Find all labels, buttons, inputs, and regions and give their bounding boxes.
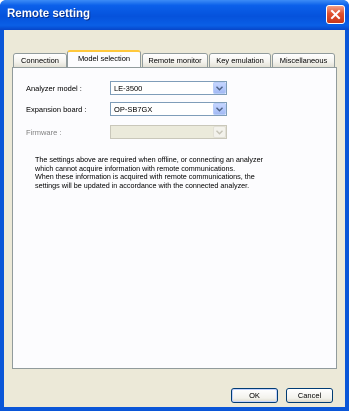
expansion-board-label: Expansion board : (26, 105, 87, 114)
tab-connection[interactable]: Connection (13, 53, 67, 67)
analyzer-model-dropdown-button[interactable] (213, 82, 226, 94)
tab-miscellaneous[interactable]: Miscellaneous (272, 53, 335, 67)
ok-button[interactable]: OK (231, 388, 278, 403)
window-title: Remote setting (7, 8, 91, 20)
expansion-board-select[interactable]: OP-SB7GX (110, 102, 227, 116)
firmware-dropdown-button (213, 126, 226, 138)
firmware-select (110, 125, 227, 139)
close-button[interactable] (326, 5, 345, 24)
analyzer-model-select[interactable]: LE-3500 (110, 81, 227, 95)
info-note: The settings above are required when off… (35, 155, 290, 190)
tab-key-emulation[interactable]: Key emulation (209, 53, 271, 67)
analyzer-model-label: Analyzer model : (26, 84, 82, 93)
cancel-button[interactable]: Cancel (286, 388, 333, 403)
chevron-down-icon (216, 85, 223, 91)
title-bar[interactable]: Remote setting (0, 0, 349, 30)
tab-strip: Connection Model selection Remote monito… (4, 30, 345, 70)
firmware-label: Firmware : (26, 128, 62, 137)
note-line: settings will be updated in accordance w… (35, 180, 250, 190)
chevron-down-icon (216, 129, 223, 135)
remote-setting-dialog: Remote setting Connection Model selectio… (0, 0, 349, 411)
tab-remote-monitor[interactable]: Remote monitor (142, 53, 208, 67)
dialog-body: Connection Model selection Remote monito… (4, 30, 345, 407)
close-x-icon (330, 9, 341, 20)
tab-model-selection[interactable]: Model selection (67, 50, 141, 67)
chevron-down-icon (216, 106, 223, 112)
expansion-board-value: OP-SB7GX (114, 105, 153, 114)
expansion-board-dropdown-button[interactable] (213, 103, 226, 115)
analyzer-model-value: LE-3500 (114, 84, 143, 93)
